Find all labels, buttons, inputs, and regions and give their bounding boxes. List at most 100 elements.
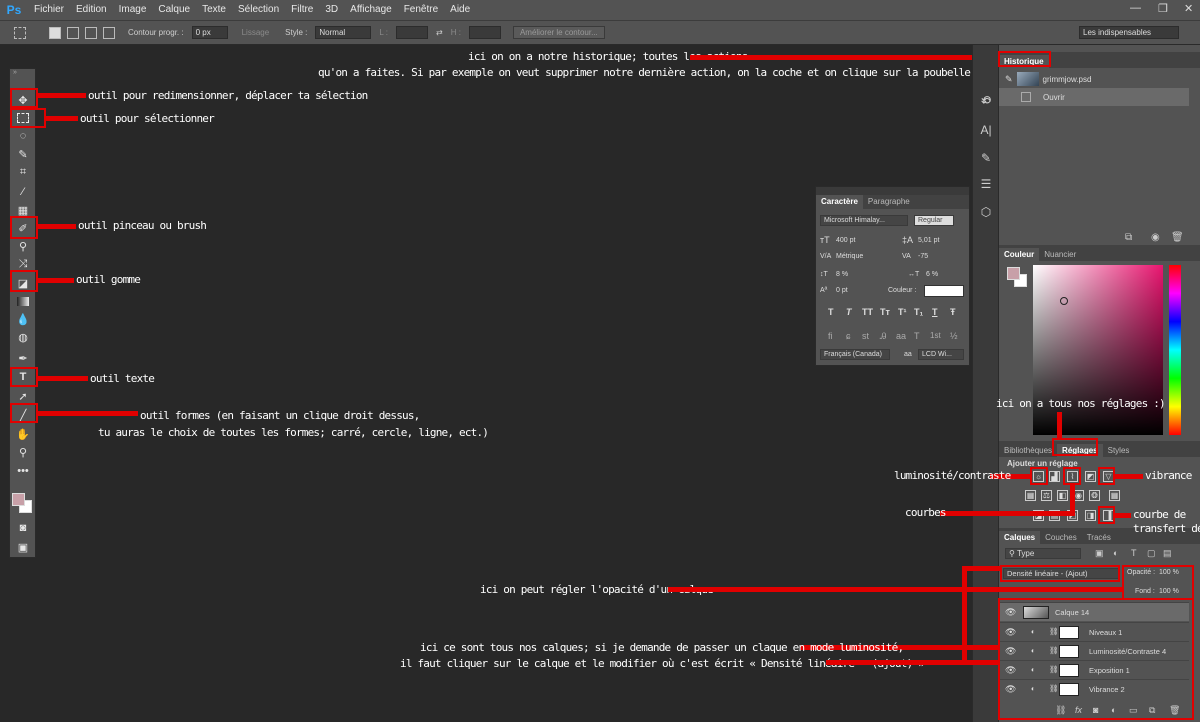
filter-type-icon[interactable]: T <box>1131 548 1137 558</box>
foreground-color-swatch[interactable] <box>12 493 25 506</box>
quick-selection-icon[interactable]: ✎ <box>12 145 34 163</box>
tab-calques[interactable]: Calques <box>999 531 1041 544</box>
feather-input[interactable]: 0 px <box>191 26 228 39</box>
all-caps-button[interactable]: TT <box>862 307 873 317</box>
levels-icon[interactable]: ▟ <box>1049 471 1060 482</box>
superscript-button[interactable]: T¹ <box>898 307 907 317</box>
stamp-tool-icon[interactable]: ⚲ <box>12 237 34 255</box>
minimize-button[interactable]: — <box>1130 2 1141 14</box>
menu-fichier[interactable]: Fichier <box>28 0 70 20</box>
tab-paragraphe[interactable]: Paragraphe <box>863 195 915 209</box>
filter-adjustment-icon[interactable]: ◐ <box>1113 548 1118 558</box>
style-select[interactable]: Normal <box>315 26 372 39</box>
menu-affichage[interactable]: Affichage <box>344 0 398 20</box>
height-input[interactable] <box>468 26 501 39</box>
stylistic-alternates-button[interactable]: aa <box>896 331 906 341</box>
width-input[interactable] <box>396 26 429 39</box>
swash-button[interactable]: Ꭿ <box>880 331 887 342</box>
tab-caractere[interactable]: Caractère <box>816 195 863 209</box>
swap-icon[interactable]: ⇄ <box>436 28 443 37</box>
trash-icon[interactable]: 🗑 <box>1171 232 1184 243</box>
new-document-from-state-icon[interactable]: ⧉ <box>1125 232 1132 243</box>
filter-smart-icon[interactable]: ▤ <box>1163 548 1172 559</box>
zoom-tool-icon[interactable]: ⚲ <box>12 443 34 461</box>
subtract-selection-icon[interactable] <box>85 26 97 39</box>
antialias-select[interactable]: LCD Wi... <box>918 349 964 360</box>
alternates-button[interactable]: ɕ <box>846 331 851 341</box>
menu-edition[interactable]: Edition <box>70 0 113 20</box>
tab-traces[interactable]: Tracés <box>1082 531 1116 544</box>
workspace-select[interactable]: Les indispensables <box>1079 26 1179 39</box>
vertical-scale-value[interactable]: 8 % <box>836 271 848 278</box>
color-lookup-icon[interactable]: ▦ <box>1109 490 1120 501</box>
tracking-value[interactable]: -75 <box>918 253 928 260</box>
color-fg-swatch[interactable] <box>1007 267 1020 280</box>
baseline-value[interactable]: 0 pt <box>836 287 848 294</box>
exposure-icon[interactable]: ◩ <box>1085 471 1096 482</box>
selective-color-icon[interactable]: ◨ <box>1085 510 1096 521</box>
character-panel-icon[interactable]: A| <box>978 123 994 139</box>
3d-panel-icon[interactable]: ⬡ <box>978 205 994 221</box>
intersect-selection-icon[interactable] <box>103 26 115 39</box>
color-picker-handle[interactable] <box>1060 297 1068 305</box>
history-snapshot-row[interactable]: ✎ grimmjow.psd <box>999 70 1189 88</box>
ordinals-button[interactable]: 1st <box>930 331 941 340</box>
font-style-select[interactable]: Regular <box>914 215 954 226</box>
antialias-checkbox[interactable]: Lissage <box>242 28 270 37</box>
menu-3d[interactable]: 3D <box>319 0 344 20</box>
tab-styles[interactable]: Styles <box>1103 444 1135 457</box>
fractions-button[interactable]: ½ <box>950 331 958 341</box>
discretionary-ligatures-button[interactable]: st <box>862 331 869 341</box>
pen-tool-icon[interactable]: ✒ <box>12 349 34 367</box>
color-balance-icon[interactable]: ⚖ <box>1041 490 1052 501</box>
properties-panel-icon[interactable]: ☰ <box>978 177 994 193</box>
screen-mode-icon[interactable]: ▣ <box>12 538 34 556</box>
menu-aide[interactable]: Aide <box>444 0 476 20</box>
restore-button[interactable]: ❐ <box>1158 2 1168 15</box>
channel-mixer-icon[interactable]: ❂ <box>1089 490 1100 501</box>
add-selection-icon[interactable] <box>67 26 79 39</box>
language-select[interactable]: Français (Canada) <box>820 349 890 360</box>
menu-filtre[interactable]: Filtre <box>285 0 319 20</box>
strikethrough-button[interactable]: Ŧ <box>950 307 956 317</box>
tab-bibliotheques[interactable]: Bibliothèques <box>999 444 1057 457</box>
lasso-tool-icon[interactable]: ◌ <box>12 127 34 145</box>
menu-selection[interactable]: Sélection <box>232 0 285 20</box>
brush-panel-icon[interactable]: ✎ <box>978 151 994 167</box>
tab-couleur[interactable]: Couleur <box>999 248 1040 261</box>
font-size-value[interactable]: 400 pt <box>836 237 855 244</box>
snapshot-camera-icon[interactable]: ◉ <box>1151 232 1160 243</box>
history-icon[interactable]: ↶ <box>978 95 994 111</box>
text-color-swatch[interactable] <box>924 285 964 297</box>
tab-nuancier[interactable]: Nuancier <box>1039 248 1081 261</box>
history-step-row[interactable]: Ouvrir <box>999 88 1189 106</box>
filter-shape-icon[interactable]: ▢ <box>1147 548 1156 559</box>
hand-tool-icon[interactable]: ✋ <box>12 425 34 443</box>
marquee-preset-icon[interactable] <box>14 26 26 39</box>
faux-bold-button[interactable]: T <box>828 307 834 317</box>
kerning-value[interactable]: Métrique <box>836 253 863 260</box>
quick-mask-icon[interactable]: ◙ <box>12 519 34 537</box>
collapse-icon[interactable]: » <box>13 69 17 76</box>
hue-slider[interactable] <box>1169 265 1181 435</box>
blur-tool-icon[interactable]: 💧 <box>12 310 34 328</box>
filter-pixel-icon[interactable]: ▣ <box>1095 548 1104 559</box>
titling-button[interactable]: T <box>914 331 920 341</box>
crop-tool-icon[interactable]: ⌗ <box>12 163 34 181</box>
ligatures-button[interactable]: fi <box>828 331 833 341</box>
leading-value[interactable]: 5,01 pt <box>918 237 939 244</box>
font-family-select[interactable]: Microsoft Himalay... <box>820 215 908 226</box>
menu-calque[interactable]: Calque <box>152 0 196 20</box>
faux-italic-button[interactable]: T <box>846 307 852 317</box>
menu-texte[interactable]: Texte <box>196 0 232 20</box>
black-white-icon[interactable]: ◧ <box>1057 490 1068 501</box>
underline-button[interactable]: T <box>932 307 938 317</box>
horizontal-scale-value[interactable]: 6 % <box>926 271 938 278</box>
gradient-tool-icon[interactable] <box>12 292 34 310</box>
tab-couches[interactable]: Couches <box>1040 531 1082 544</box>
menu-fenetre[interactable]: Fenêtre <box>398 0 444 20</box>
refine-edge-button[interactable]: Améliorer le contour... <box>512 26 605 39</box>
eyedropper-tool-icon[interactable]: ⁄ <box>12 183 34 201</box>
hue-saturation-icon[interactable]: ▦ <box>1025 490 1036 501</box>
dodge-tool-icon[interactable]: ◍ <box>12 328 34 346</box>
